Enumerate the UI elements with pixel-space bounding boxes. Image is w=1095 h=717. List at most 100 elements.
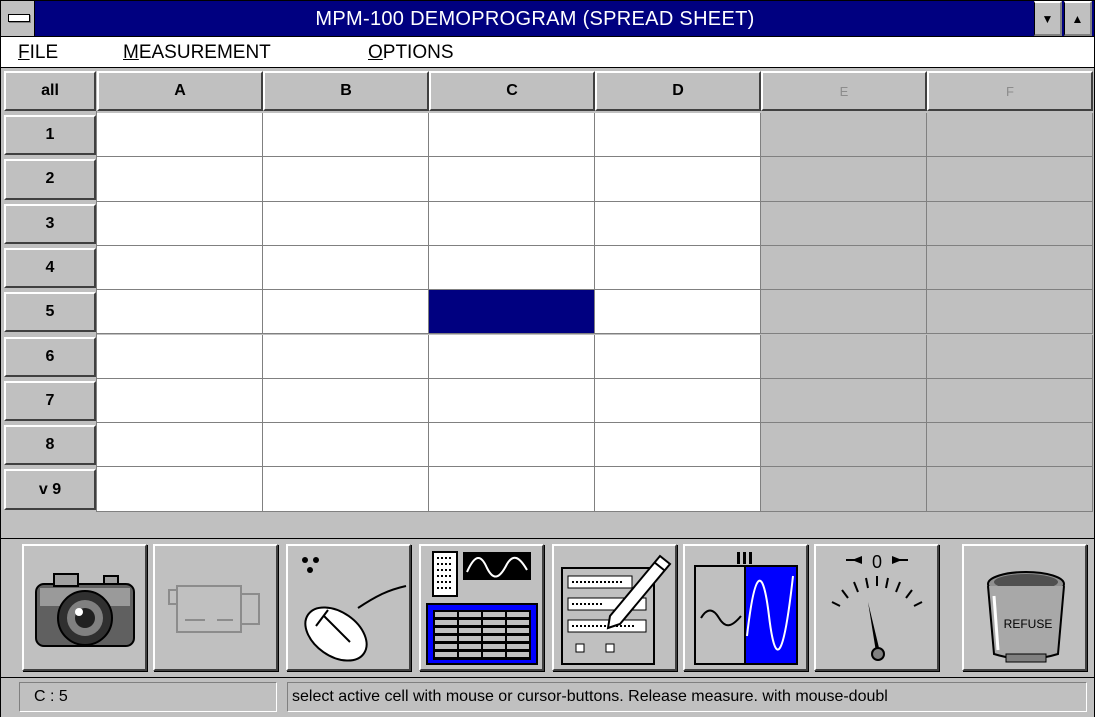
cell-c1[interactable] [429, 113, 595, 158]
meter-zero-label: 0 [872, 552, 882, 572]
cell-e2 [761, 157, 927, 202]
column-header-c[interactable]: C [429, 71, 595, 111]
cell-d7[interactable] [595, 378, 761, 424]
system-menu-icon [8, 14, 30, 22]
column-header-f[interactable]: F [927, 71, 1093, 111]
cell-d5[interactable] [595, 290, 761, 335]
column-header-b[interactable]: B [263, 71, 429, 111]
cell-a7[interactable] [97, 378, 263, 424]
cell-f5 [927, 290, 1093, 335]
cell-b6[interactable] [263, 334, 429, 379]
cell-b7[interactable] [263, 378, 429, 424]
cell-f9 [927, 467, 1093, 512]
menu-bar: FILE MEASUREMENT OPTIONS [1, 37, 1094, 68]
cell-b9[interactable] [263, 467, 429, 512]
video-camera-icon [168, 585, 260, 633]
cell-d2[interactable] [595, 157, 761, 202]
maximize-button[interactable]: ▲ [1064, 1, 1092, 36]
cell-e6 [761, 334, 927, 379]
row-header-4[interactable]: 4 [4, 247, 96, 289]
meter-icon: 0 [831, 552, 923, 661]
cell-b4[interactable] [263, 245, 429, 291]
cell-d8[interactable] [595, 423, 761, 468]
spreadsheet-view-button[interactable] [419, 544, 544, 671]
cell-f7 [927, 378, 1093, 424]
menu-options[interactable]: OPTIONS [368, 37, 454, 67]
video-camera-button[interactable] [153, 544, 278, 671]
system-menu-button[interactable] [1, 1, 35, 36]
column-header-d[interactable]: D [595, 71, 761, 111]
cell-b2[interactable] [263, 157, 429, 202]
menu-measurement[interactable]: MEASUREMENT [123, 37, 271, 67]
cell-f4 [927, 245, 1093, 291]
cell-b5[interactable] [263, 290, 429, 335]
cell-b3[interactable] [263, 201, 429, 246]
cell-f3 [927, 201, 1093, 246]
cell-c2[interactable] [429, 157, 595, 202]
status-bar: C : 5 select active cell with mouse or c… [1, 677, 1094, 717]
refuse-label: REFUSE [1004, 617, 1053, 631]
cell-f6 [927, 334, 1093, 379]
cell-f1 [927, 113, 1093, 158]
toolbar: 0 REFUSE [1, 538, 1094, 676]
cell-e4 [761, 245, 927, 291]
cell-d3[interactable] [595, 201, 761, 246]
column-header-a[interactable]: A [97, 71, 263, 111]
cell-a8[interactable] [97, 423, 263, 468]
row-header-5[interactable]: 5 [4, 292, 96, 333]
window-title: MPM-100 DEMOPROGRAM (SPREAD SHEET) [315, 8, 755, 30]
cell-c5[interactable] [429, 290, 595, 335]
mouse-button[interactable] [286, 544, 411, 671]
select-all-button[interactable]: all [4, 71, 96, 111]
cell-b8[interactable] [263, 423, 429, 468]
row-header-1[interactable]: 1 [4, 115, 96, 156]
form-edit-button[interactable] [552, 544, 677, 671]
cell-a1[interactable] [97, 113, 263, 158]
cell-c8[interactable] [429, 423, 595, 468]
cell-c4[interactable] [429, 245, 595, 291]
cell-f2 [927, 157, 1093, 202]
cell-e8 [761, 423, 927, 468]
app-window: MPM-100 DEMOPROGRAM (SPREAD SHEET) ▼ ▲ F… [0, 0, 1095, 717]
cell-a6[interactable] [97, 334, 263, 379]
cell-c7[interactable] [429, 378, 595, 424]
cell-a5[interactable] [97, 290, 263, 335]
title-bar[interactable]: MPM-100 DEMOPROGRAM (SPREAD SHEET) ▼ ▲ [1, 1, 1094, 37]
waveform-zoom-button[interactable] [683, 544, 808, 671]
camera-button[interactable] [22, 544, 147, 671]
cell-e9 [761, 467, 927, 512]
cell-b1[interactable] [263, 113, 429, 158]
status-cell-indicator: C : 5 [19, 682, 277, 712]
row-header-7[interactable]: 7 [4, 380, 96, 422]
cell-a4[interactable] [97, 245, 263, 291]
refuse-button[interactable]: REFUSE [962, 544, 1087, 671]
cell-a3[interactable] [97, 201, 263, 246]
cell-d9[interactable] [595, 467, 761, 512]
row-header-2[interactable]: 2 [4, 159, 96, 200]
form-edit-icon [561, 554, 672, 665]
row-header-3[interactable]: 3 [4, 203, 96, 244]
row-header-6[interactable]: 6 [4, 336, 96, 377]
cell-e5 [761, 290, 927, 335]
menu-file[interactable]: FILE [18, 37, 58, 67]
cell-a2[interactable] [97, 157, 263, 202]
row-header-9[interactable]: v 9 [4, 469, 96, 510]
column-header-e[interactable]: E [761, 71, 927, 111]
meter-button[interactable]: 0 [814, 544, 939, 671]
mouse-icon [302, 557, 407, 662]
cell-e7 [761, 378, 927, 424]
camera-icon [35, 573, 135, 647]
cell-e3 [761, 201, 927, 246]
minimize-button[interactable]: ▼ [1034, 1, 1062, 36]
cell-a9[interactable] [97, 467, 263, 512]
cell-c6[interactable] [429, 334, 595, 379]
row-header-8[interactable]: 8 [4, 425, 96, 466]
grid-divider [96, 111, 97, 512]
cell-d4[interactable] [595, 245, 761, 291]
cell-c3[interactable] [429, 201, 595, 246]
status-message: select active cell with mouse or cursor-… [287, 682, 1087, 712]
waveform-zoom-icon [694, 552, 798, 665]
cell-d6[interactable] [595, 334, 761, 379]
cell-c9[interactable] [429, 467, 595, 512]
cell-d1[interactable] [595, 113, 761, 158]
